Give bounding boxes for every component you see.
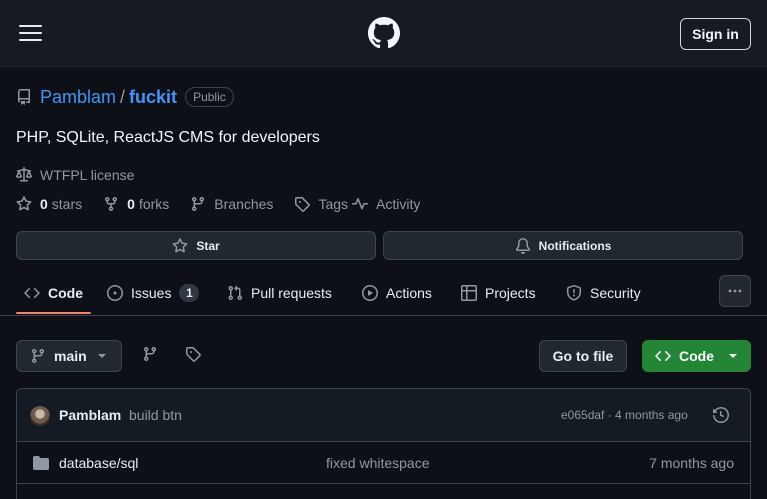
commit-author-link[interactable]: Pamblam [59,407,121,423]
issue-opened-icon [107,284,123,301]
code-button-label: Code [679,348,714,364]
forks-label: forks [138,196,170,212]
git-branch-icon [192,197,205,212]
shield-icon [567,284,581,301]
tag-icon [295,197,311,212]
license-link[interactable]: WTFPL license [16,167,134,183]
git-branch-icon [31,349,44,364]
pulse-icon [352,198,369,210]
active-tab-indicator [16,312,91,314]
star-icon [16,196,32,211]
code-icon [24,287,40,298]
notifications-button[interactable]: Notifications [383,231,743,260]
forks-link[interactable]: 0 forks [103,196,169,212]
file-age: 7 months ago [649,455,734,471]
code-button[interactable]: Code [642,340,751,372]
tab-actions[interactable]: Actions [362,270,432,315]
play-icon [362,284,378,301]
tags-link[interactable]: Tags [294,196,348,212]
repo-forked-icon [105,197,118,212]
avatar[interactable] [30,406,50,426]
history-icon[interactable] [713,407,729,423]
table-row[interactable]: database/sql fixed whitespace 7 months a… [17,442,750,484]
activity-label: Activity [376,196,421,212]
tab-security[interactable]: Security [566,270,641,315]
repo-heading: Pamblam / fuckit Public [16,85,234,109]
branch-name: main [54,348,87,364]
github-logo-icon[interactable] [368,17,400,49]
table-icon [461,284,477,301]
kebab-horizontal-icon [728,289,742,293]
tab-issues[interactable]: Issues 1 [107,270,200,315]
license-label: WTFPL license [40,167,135,183]
code-icon [655,350,671,362]
folder-icon [33,456,49,470]
tab-pull-requests-label: Pull requests [251,284,332,301]
git-pull-request-icon [228,285,243,300]
stars-link[interactable]: 0 stars [16,196,82,212]
tab-pull-requests[interactable]: Pull requests [227,270,332,315]
more-tabs-button[interactable] [719,275,751,307]
forks-count: 0 [127,196,135,212]
star-icon [172,237,188,252]
repo-name-link[interactable]: fuckit [129,87,177,108]
hamburger-icon[interactable] [19,23,43,43]
bell-icon [515,237,530,254]
path-separator: / [120,86,126,107]
repo-owner-link[interactable]: Pamblam [40,87,116,108]
file-name-link[interactable]: database/sql [59,455,138,471]
top-header: Sign in [0,0,767,67]
repo-description: PHP, SQLite, ReactJS CMS for developers [16,129,320,146]
tab-code-label: Code [48,284,83,301]
visibility-badge: Public [185,87,234,107]
tab-projects[interactable]: Projects [461,270,536,315]
sign-in-button[interactable]: Sign in [680,18,751,50]
branches-link[interactable]: Branches [190,196,273,212]
go-to-file-button[interactable]: Go to file [539,340,627,372]
activity-link[interactable]: Activity [352,196,420,212]
branches-label: Branches [214,196,274,212]
tab-issues-label: Issues [131,284,172,301]
file-listing: Pamblam build btn e065daf · 4 months ago… [16,388,751,499]
star-button-label: Star [196,238,220,253]
license-row: WTFPL license [16,167,134,183]
branches-icon[interactable] [142,346,158,362]
issues-count-badge: 1 [179,283,200,302]
stars-count: 0 [40,196,48,212]
tag-icon[interactable] [185,346,201,362]
repo-stats-row: 0 stars 0 forks Branches Tags Activity [16,196,420,212]
branch-selector-button[interactable]: main [16,340,122,372]
repo-icon [17,89,30,105]
tab-projects-label: Projects [485,284,536,301]
stars-label: stars [51,196,83,212]
tab-security-label: Security [590,284,641,301]
repo-tabs: Code Issues 1 Pull requests Actions Proj… [0,270,767,316]
notifications-button-label: Notifications [538,238,612,253]
commit-message-link[interactable]: build btn [129,407,182,423]
file-commit-message[interactable]: fixed whitespace [326,455,430,471]
commit-meta[interactable]: e065daf · 4 months ago [561,408,688,422]
tags-label: Tags [318,196,349,212]
tab-actions-label: Actions [386,284,432,301]
chevron-down-icon [729,354,737,358]
star-button[interactable]: Star [16,231,376,260]
tab-code[interactable]: Code [24,270,83,315]
law-icon [16,167,32,182]
chevron-down-icon [97,354,106,358]
latest-commit-row: Pamblam build btn e065daf · 4 months ago [17,389,750,442]
